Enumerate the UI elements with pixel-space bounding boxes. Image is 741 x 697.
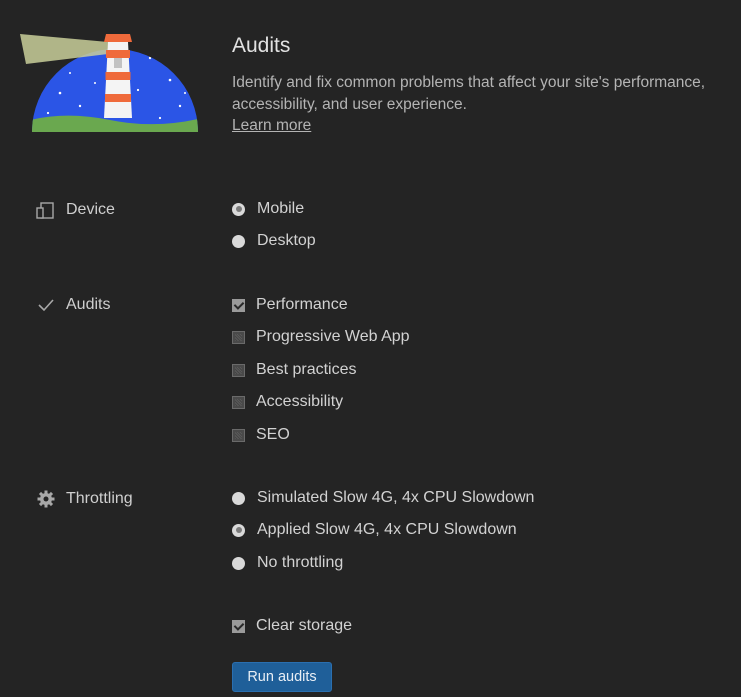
checkmark-icon	[36, 295, 56, 315]
run-audits-button[interactable]: Run audits	[232, 662, 332, 692]
throttling-option-applied[interactable]: Applied Slow 4G, 4x CPU Slowdown	[232, 521, 517, 539]
page-description: Identify and fix common problems that af…	[232, 74, 706, 113]
radio-icon[interactable]	[232, 556, 245, 570]
audits-section-label: Audits	[36, 295, 110, 315]
checkbox-icon[interactable]	[232, 428, 245, 442]
device-option-mobile[interactable]: Mobile	[232, 200, 304, 218]
audit-option-seo[interactable]: SEO	[232, 426, 290, 444]
checkbox-icon[interactable]	[232, 330, 245, 344]
audit-option-best-practices[interactable]: Best practices	[232, 361, 356, 379]
gear-icon	[36, 489, 56, 509]
audits-panel: Audits Identify and fix common problems …	[0, 0, 741, 697]
checkbox-icon[interactable]	[232, 298, 245, 312]
throttling-option-none[interactable]: No throttling	[232, 554, 343, 572]
audit-option-accessibility[interactable]: Accessibility	[232, 393, 343, 411]
lighthouse-logo	[20, 34, 198, 133]
page-title: Audits	[232, 34, 291, 57]
throttling-option-simulated[interactable]: Simulated Slow 4G, 4x CPU Slowdown	[232, 489, 534, 507]
device-option-desktop[interactable]: Desktop	[232, 232, 316, 250]
radio-icon[interactable]	[232, 491, 245, 505]
checkbox-icon[interactable]	[232, 395, 245, 409]
radio-icon[interactable]	[232, 523, 245, 537]
radio-icon[interactable]	[232, 234, 245, 248]
checkbox-icon[interactable]	[232, 363, 245, 377]
device-section-label: Device	[36, 200, 115, 220]
throttling-section-label: Throttling	[36, 489, 133, 509]
clear-storage-option[interactable]: Clear storage	[232, 617, 352, 635]
audit-option-performance[interactable]: Performance	[232, 296, 348, 314]
radio-icon[interactable]	[232, 202, 245, 216]
checkbox-icon[interactable]	[232, 619, 245, 633]
learn-more-link[interactable]: Learn more	[232, 117, 311, 135]
device-icon	[36, 200, 56, 220]
audit-option-pwa[interactable]: Progressive Web App	[232, 328, 410, 346]
